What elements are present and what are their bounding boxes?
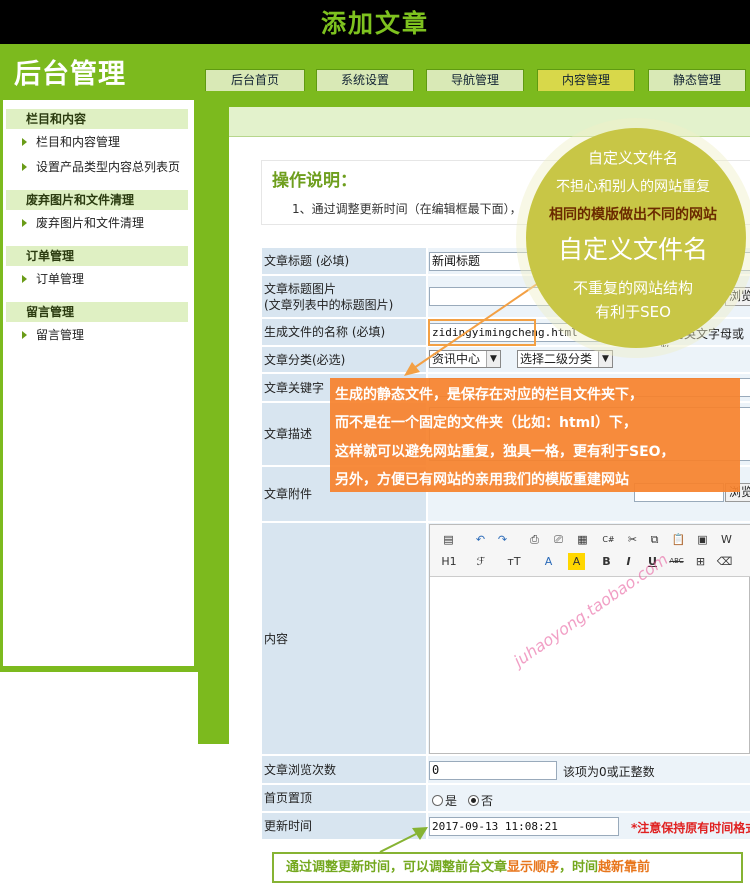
bubble-line-2: 不担心和别人的网站重复 xyxy=(556,179,710,195)
annotation-line-3: 这样就可以避免网站重复，独具一格，更有利于SEO， xyxy=(335,444,675,460)
annotation-line-2: 而不是在一个固定的文件夹（比如：html）下， xyxy=(335,415,638,431)
bubble-line-1: 自定义文件名 xyxy=(587,149,678,167)
annotation-line-4: 另外，方便已有网站的亲用我们的模版重建网站 xyxy=(335,472,629,488)
callout-line-green xyxy=(379,833,417,853)
bubble-line-4: 自定义文件名 xyxy=(557,235,708,264)
bubble-line-3: 相同的模版做出不同的网站 xyxy=(549,207,717,223)
bottom-annotation: 通过调整更新时间，可以调整前台文章显示顺序，时间越新靠前 xyxy=(272,852,743,883)
arrow-head-green xyxy=(412,827,428,840)
bubble-line-5: 不重复的网站结构 xyxy=(572,279,693,297)
annotation-line-1: 生成的静态文件，是保存在对应的栏目文件夹下， xyxy=(335,387,643,403)
bubble-line-6: 有利于SEO xyxy=(595,303,671,321)
annotation-box: 生成的静态文件，是保存在对应的栏目文件夹下， 而不是在一个固定的文件夹（比如：h… xyxy=(330,378,740,492)
arrow-head-orange xyxy=(404,362,420,376)
